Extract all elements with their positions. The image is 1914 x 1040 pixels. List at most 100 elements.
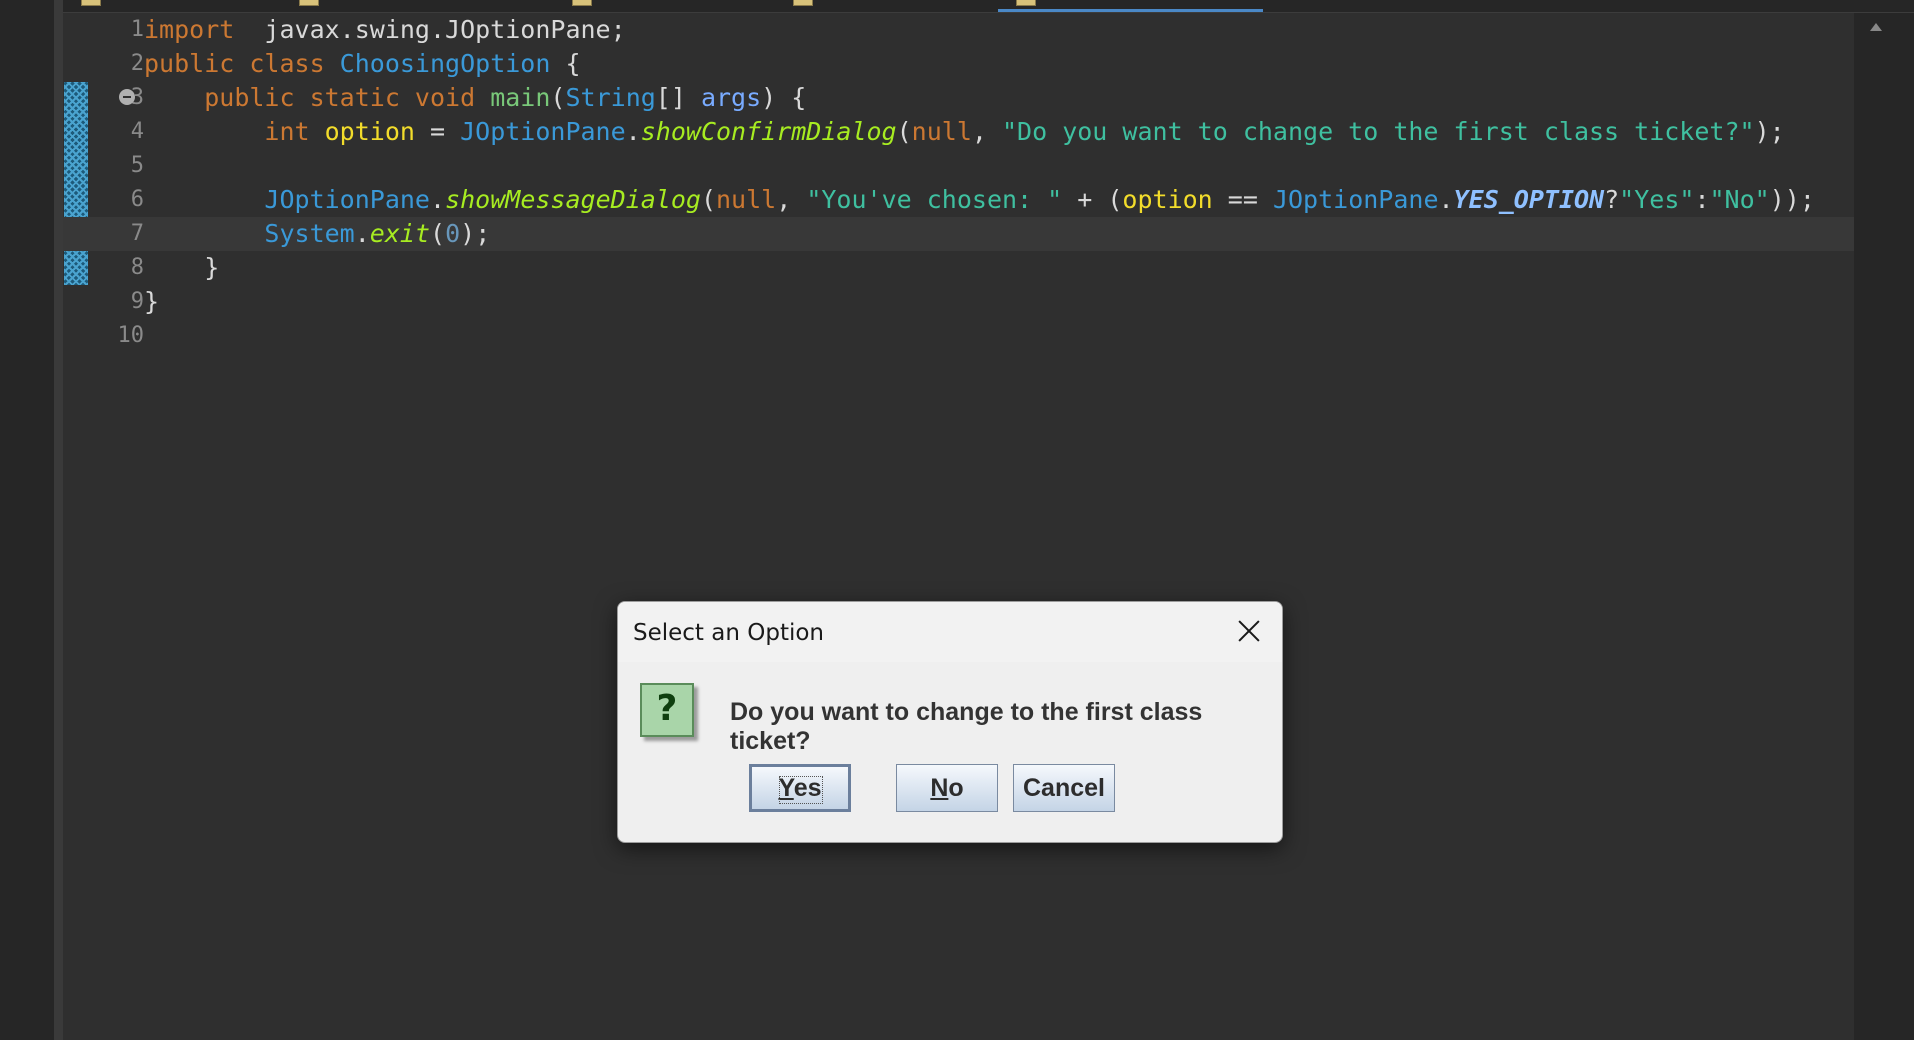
dialog-title: Select an Option [633, 620, 825, 646]
code-token: int [264, 117, 310, 146]
code-token: ); [460, 219, 491, 248]
code-token: null [911, 117, 972, 146]
vertical-scrollbar[interactable] [1854, 13, 1914, 1040]
code-line[interactable]: 3 public static void main(String[] args)… [63, 81, 1854, 115]
editor-tab[interactable] [63, 0, 278, 11]
fold-collapse-icon[interactable] [119, 89, 135, 105]
editor-tab-bar [63, 0, 1914, 13]
code-token: option [309, 117, 415, 146]
code-line-current[interactable]: 7 System.exit(0); [63, 217, 1854, 251]
code-token: JOptionPane [264, 185, 430, 214]
code-line[interactable]: 9} [63, 285, 1854, 319]
code-token: String [565, 83, 656, 112]
code-token: . [1438, 185, 1454, 214]
active-tab-indicator [998, 9, 1263, 12]
line-number: 10 [117, 323, 145, 348]
editor-tab[interactable] [554, 0, 772, 11]
code-token: public static void [204, 83, 476, 112]
code-token: "Yes" [1619, 185, 1695, 214]
code-token: option [1122, 185, 1213, 214]
java-file-icon [299, 0, 319, 6]
line-number: 5 [130, 153, 144, 178]
java-file-icon [572, 0, 592, 6]
code-token: showMessageDialog [445, 185, 701, 214]
code-token: "You've chosen: " [806, 185, 1063, 214]
code-line[interactable]: 6 JOptionPane.showMessageDialog(null, "Y… [63, 183, 1854, 217]
code-token: + ( [1062, 185, 1123, 214]
code-text: int option = JOptionPane.showConfirmDial… [144, 115, 1785, 149]
code-text: import javax.swing.JOptionPane; [144, 13, 626, 47]
code-token: System [264, 219, 355, 248]
code-token: ChoosingOption [324, 49, 551, 78]
code-line[interactable]: 10 [63, 319, 1854, 353]
dialog-message: Do you want to change to the first class… [730, 698, 1203, 755]
code-token: showConfirmDialog [640, 117, 897, 146]
line-number: 1 [130, 17, 144, 42]
java-file-icon [1016, 0, 1036, 6]
editor-tab[interactable] [281, 0, 551, 11]
code-text: } [144, 251, 219, 285]
code-editor[interactable]: 1 import javax.swing.JOptionPane; 2 public … [63, 13, 1854, 1040]
code-token: JOptionPane [1272, 185, 1439, 214]
code-line[interactable]: 4 int option = JOptionPane.showConfirmDi… [63, 115, 1854, 149]
left-panel-strip [0, 0, 63, 1040]
java-file-icon [81, 0, 101, 6]
code-line[interactable]: 2 public class ChoosingOption { [63, 47, 1854, 81]
editor-tab-active[interactable] [998, 0, 1263, 12]
line-number: 2 [130, 51, 144, 76]
code-line[interactable]: 1 import javax.swing.JOptionPane; [63, 13, 1854, 47]
line-number: 3 [130, 85, 144, 110]
dialog-titlebar: Select an Option [618, 602, 1282, 662]
editor-tab[interactable] [775, 0, 995, 11]
code-token: . [430, 185, 446, 214]
code-token: , [776, 185, 807, 214]
code-token: "No" [1709, 185, 1770, 214]
question-glyph: ? [656, 688, 678, 729]
code-token: public class [144, 49, 325, 78]
code-token: : [1694, 185, 1710, 214]
confirm-dialog: Select an Option ? Do you want to change… [617, 601, 1283, 843]
focus-ring [779, 776, 823, 804]
code-text: } [144, 285, 159, 319]
code-token: YES_OPTION [1453, 185, 1605, 214]
question-icon: ? [640, 683, 694, 737]
code-token: . [354, 219, 370, 248]
code-token: exit [369, 219, 431, 248]
code-text: public class ChoosingOption { [144, 47, 581, 81]
code-line[interactable]: 5 [63, 149, 1854, 183]
code-token: ) { [761, 83, 807, 112]
code-text: public static void main(String[] args) { [144, 81, 806, 115]
code-line[interactable]: 8 } [63, 251, 1854, 285]
code-text: System.exit(0); [144, 217, 490, 251]
code-token: [] [655, 83, 701, 112]
code-token: javax.swing.JOptionPane; [234, 15, 626, 44]
code-token: ? [1604, 185, 1620, 214]
code-token: null [716, 185, 777, 214]
code-token: )); [1769, 185, 1815, 214]
line-number: 6 [130, 187, 144, 212]
line-number: 9 [130, 289, 144, 314]
scroll-up-icon[interactable] [1870, 23, 1882, 31]
close-button[interactable] [1232, 614, 1266, 648]
code-token: == [1212, 185, 1273, 214]
cancel-button[interactable]: Cancel [1013, 764, 1115, 812]
code-token: JOptionPane [460, 117, 626, 146]
code-token: ( [550, 83, 566, 112]
code-token: } [144, 287, 160, 316]
cancel-label: Cancel [1023, 774, 1105, 802]
code-token: ); [1754, 117, 1785, 146]
panel-separator[interactable] [54, 0, 63, 1040]
code-token: "Do you want to change to the first clas… [1002, 117, 1755, 146]
code-token: ( [430, 219, 446, 248]
no-label: o [948, 774, 964, 802]
line-number: 7 [130, 221, 144, 246]
no-button[interactable]: No [896, 764, 998, 812]
code-token: ( [700, 185, 716, 214]
code-token: ( [896, 117, 912, 146]
line-number: 8 [130, 255, 144, 280]
code-token: , [971, 117, 1002, 146]
code-token: main [475, 83, 551, 112]
yes-button[interactable]: Yes [749, 764, 851, 812]
